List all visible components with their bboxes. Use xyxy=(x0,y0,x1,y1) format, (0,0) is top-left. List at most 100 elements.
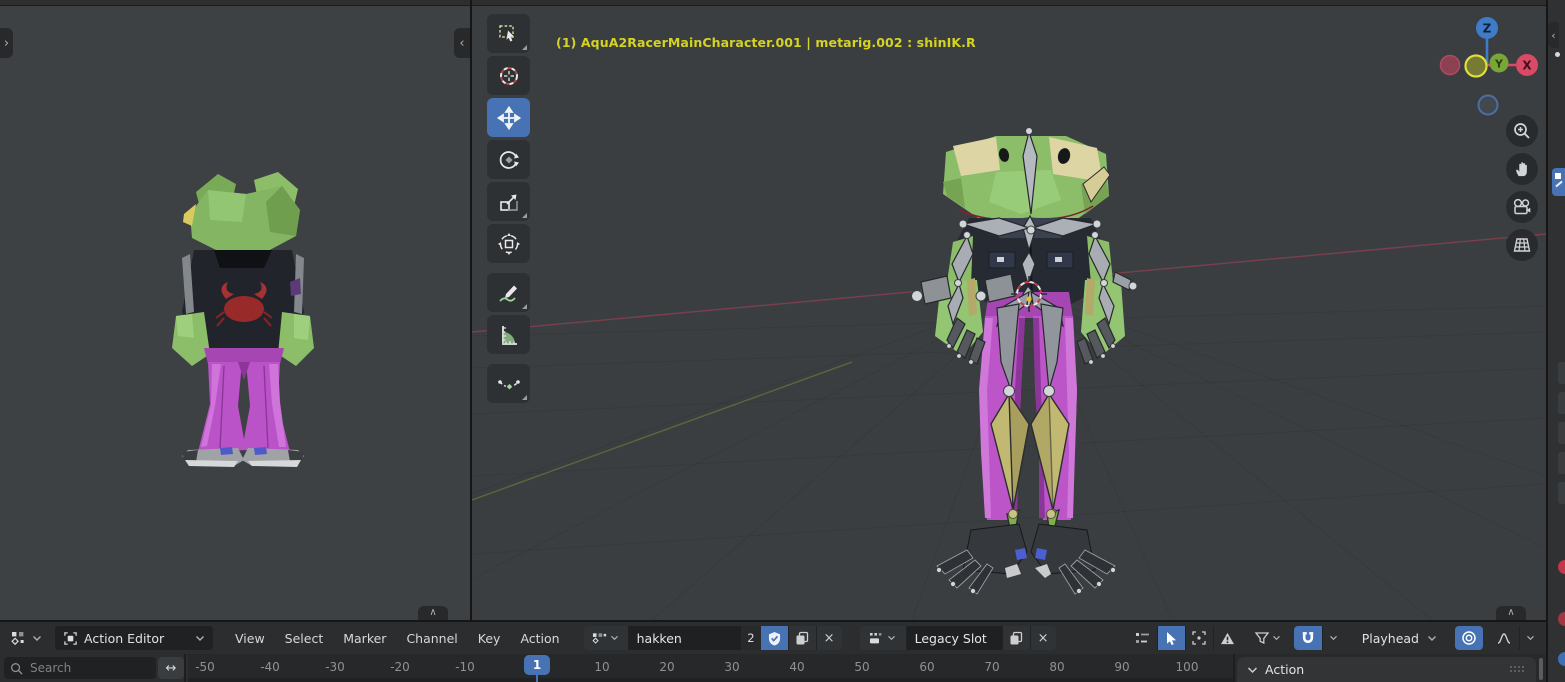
navigation-gizmo[interactable]: Y X Z xyxy=(1437,14,1541,118)
show-channel-hierarchy-toggle[interactable] xyxy=(1129,626,1157,650)
editor-divider-vertical[interactable] xyxy=(470,0,472,620)
falloff-control xyxy=(1489,626,1540,650)
chevron-down-icon xyxy=(1329,635,1338,641)
strip-icon-red[interactable] xyxy=(1558,560,1565,574)
ruler-tick: 100 xyxy=(1176,660,1199,674)
duplicate-slot-button[interactable] xyxy=(1002,626,1030,650)
snap-target-label: Playhead xyxy=(1362,631,1419,646)
editor-type-selector[interactable] xyxy=(6,626,47,650)
zoom-button[interactable] xyxy=(1506,115,1538,147)
strip-active-tool-button[interactable] xyxy=(1552,168,1565,196)
filter-popover[interactable] xyxy=(1249,626,1286,650)
channel-search-box[interactable] xyxy=(4,657,156,679)
slot-name-segment[interactable] xyxy=(906,626,1002,650)
editor-mode-dropdown[interactable]: Action Editor xyxy=(55,626,213,650)
camera-view-button[interactable] xyxy=(1506,191,1538,223)
strip-icon-blue[interactable] xyxy=(1558,652,1565,666)
ruler-tick: -30 xyxy=(325,660,345,674)
tool-scale[interactable] xyxy=(487,182,530,221)
gizmo-axis-neg-z xyxy=(1479,96,1498,115)
action-name-field[interactable] xyxy=(629,631,742,646)
gizmo-axis-neg-y-hover xyxy=(1466,56,1487,77)
ruler-tick: -10 xyxy=(455,660,475,674)
falloff-dropdown[interactable] xyxy=(1519,626,1540,650)
ruler-tick: 10 xyxy=(594,660,609,674)
warning-icon xyxy=(1220,632,1235,645)
magnet-icon xyxy=(1301,631,1315,645)
tool-move[interactable] xyxy=(487,98,530,137)
unlink-action-button[interactable]: × xyxy=(816,626,842,650)
active-object-info: (1) AquA2RacerMainCharacter.001 | metari… xyxy=(556,35,976,50)
unlink-slot-button[interactable]: × xyxy=(1030,626,1056,650)
timeline-ruler[interactable]: -50-40-30-20-10102030405060708090100 1 xyxy=(188,654,1233,682)
show-errors-toggle[interactable] xyxy=(1213,626,1241,650)
strip-expand-arrow[interactable]: ‹ xyxy=(1548,22,1559,48)
ruler-tick: 80 xyxy=(1049,660,1064,674)
sidebar-expand-arrow[interactable]: ‹ xyxy=(454,28,470,58)
sidebar-scrollbar[interactable] xyxy=(1539,658,1543,680)
main-header-expand-arrow[interactable]: ∧ xyxy=(1496,606,1526,620)
close-icon: × xyxy=(824,631,835,646)
action-slot-widget: × xyxy=(860,626,1056,650)
toggle-grid-button[interactable] xyxy=(1506,229,1538,261)
menu-action[interactable]: Action xyxy=(510,631,569,646)
action-icon-selector[interactable] xyxy=(584,626,628,650)
chevron-down-icon xyxy=(1247,666,1258,674)
search-icon xyxy=(10,662,23,675)
falloff-curve-button[interactable] xyxy=(1489,626,1519,650)
action-users-count[interactable]: 2 xyxy=(741,626,760,650)
snap-options-dropdown[interactable] xyxy=(1322,626,1344,650)
tool-rotate[interactable] xyxy=(487,140,530,179)
action-panel-header[interactable]: Action xyxy=(1237,657,1536,682)
proportional-editing-toggle[interactable] xyxy=(1455,626,1483,650)
ruler-tick: -40 xyxy=(260,660,280,674)
tool-annotate[interactable] xyxy=(487,273,530,312)
playhead-line[interactable] xyxy=(536,675,538,682)
header-expand-arrow[interactable]: ∧ xyxy=(418,606,448,620)
dopesheet-ruler-row: ↔ -50-40-30-20-10102030405060708090100 1… xyxy=(0,654,1546,682)
strip-tab-icon[interactable] xyxy=(1558,422,1565,444)
viewport-main[interactable]: (1) AquA2RacerMainCharacter.001 | metari… xyxy=(472,6,1546,620)
tool-cursor[interactable] xyxy=(487,56,530,95)
slot-icon-selector[interactable] xyxy=(860,626,906,650)
ruler-tick: 30 xyxy=(724,660,739,674)
menu-view[interactable]: View xyxy=(225,631,275,646)
toolbar-expand-arrow[interactable]: › xyxy=(0,28,13,58)
show-hidden-toggle[interactable] xyxy=(1185,626,1213,650)
menu-select[interactable]: Select xyxy=(275,631,334,646)
channels-icon xyxy=(1135,632,1150,645)
tool-pose-breakdowner[interactable] xyxy=(487,364,530,403)
chevron-down-icon xyxy=(32,635,42,642)
tool-select-box[interactable] xyxy=(487,14,530,53)
menu-key[interactable]: Key xyxy=(468,631,511,646)
menu-marker[interactable]: Marker xyxy=(333,631,396,646)
ruler-tick: -50 xyxy=(195,660,215,674)
chevron-down-icon xyxy=(195,635,205,642)
menu-channel[interactable]: Channel xyxy=(396,631,467,646)
properties-editor-sliver[interactable]: ‹ xyxy=(1548,0,1565,682)
snap-target-dropdown[interactable]: Playhead xyxy=(1352,626,1447,650)
strip-tab-icon[interactable] xyxy=(1558,452,1565,474)
only-selected-toggle[interactable] xyxy=(1157,626,1185,650)
snap-toggle[interactable] xyxy=(1294,626,1322,650)
strip-icon-red2[interactable] xyxy=(1558,612,1565,626)
tool-measure[interactable] xyxy=(487,315,530,354)
strip-tab-icon[interactable] xyxy=(1558,482,1565,504)
cursor-arrow-icon xyxy=(1165,631,1178,645)
slot-name-field[interactable] xyxy=(907,631,1002,646)
chevron-down-icon xyxy=(887,635,896,641)
pan-hand-button[interactable] xyxy=(1506,153,1538,185)
viewport-secondary[interactable]: › ‹ ∧ xyxy=(0,6,470,620)
chevron-down-icon xyxy=(1427,635,1437,642)
channel-resize-handle[interactable]: ↔ xyxy=(158,657,184,679)
tool-transform[interactable] xyxy=(487,224,530,263)
search-input[interactable] xyxy=(28,660,138,676)
duplicate-action-button[interactable] xyxy=(788,626,816,650)
fake-user-toggle[interactable] xyxy=(761,626,788,650)
action-datablock-widget: 2 × xyxy=(584,626,842,650)
current-frame-indicator[interactable]: 1 xyxy=(524,655,550,675)
strip-tab-icon[interactable] xyxy=(1558,392,1565,414)
strip-tab-icon[interactable] xyxy=(1558,362,1565,384)
action-name-segment[interactable] xyxy=(628,626,742,650)
panel-drag-grip[interactable] xyxy=(1510,666,1526,674)
